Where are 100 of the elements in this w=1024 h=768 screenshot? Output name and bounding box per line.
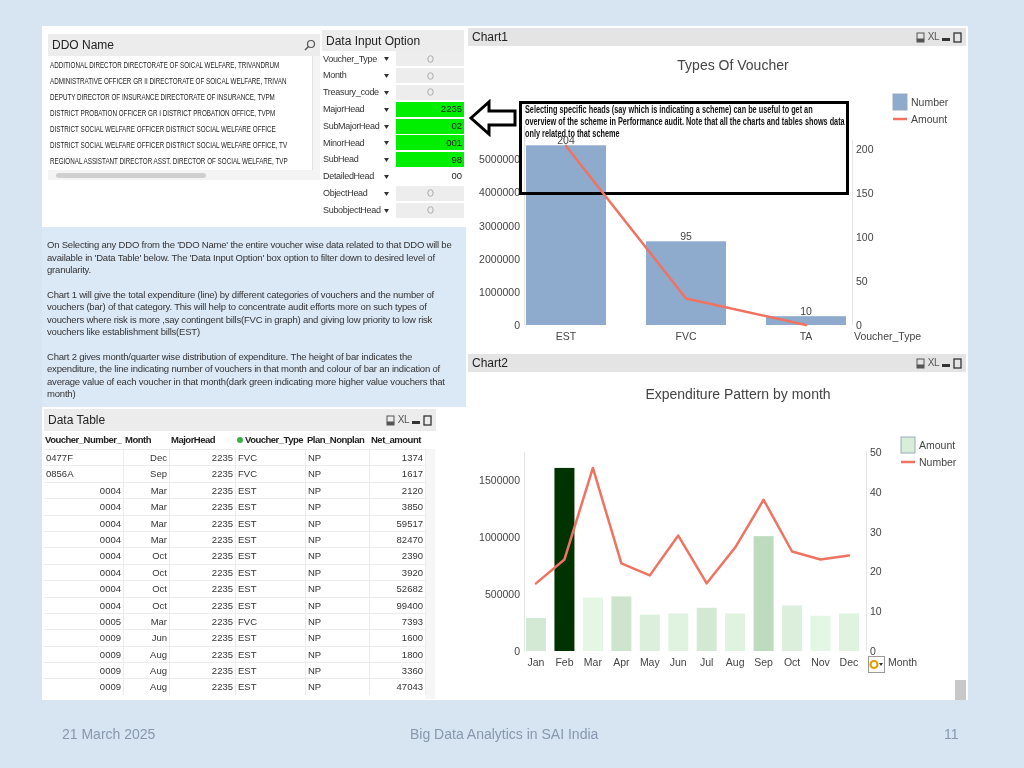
- caret-icon[interactable]: [384, 158, 389, 163]
- caret-icon[interactable]: [384, 174, 389, 179]
- table-cell: 2235: [170, 630, 236, 647]
- list-item[interactable]: ADMINISTRATIVE OFFICER GR II DIRECTORATE OF SOICAL WELFARE, TRIVAN: [50, 73, 287, 89]
- printer-icon[interactable]: [915, 31, 925, 43]
- circle-icon: [426, 206, 434, 215]
- table-cell: 0004: [44, 482, 124, 499]
- table-cell: NP: [306, 531, 370, 548]
- scroll-thumb[interactable]: [56, 172, 206, 178]
- table-cell: NP: [306, 482, 370, 499]
- cycle-button[interactable]: [868, 656, 885, 673]
- list-item[interactable]: DISTRICT PROBATION OFFICER GR I DISTRICT PROBATION OFFICE, TVPM: [50, 105, 276, 121]
- maximize-icon[interactable]: [953, 31, 962, 43]
- table-cell: NP: [306, 564, 370, 581]
- circle-icon: [426, 189, 434, 198]
- axis-label: 4000000: [479, 186, 520, 199]
- caret-icon[interactable]: [384, 124, 389, 129]
- table-cell: 2235: [170, 450, 236, 466]
- field-label: MinorHead: [322, 136, 366, 150]
- value-field[interactable]: [396, 51, 464, 68]
- column-header[interactable]: Plan_Nonplan: [306, 432, 370, 448]
- table-cell: NP: [306, 646, 370, 663]
- axis-label: Oct: [783, 656, 801, 668]
- axis-label: Jul: [700, 656, 714, 668]
- table-cell: EST: [236, 597, 306, 614]
- field-label: MajorHead: [322, 103, 366, 117]
- caret-icon[interactable]: [384, 91, 389, 95]
- panel-title: Data Table: [47, 412, 106, 429]
- list-item[interactable]: DISTRICT SOCIAL WELFARE OFFICER DISTRICT SOCIAL WELFARE OFFICE: [50, 121, 276, 137]
- list-item[interactable]: DEPUTY DIRECTOR OF INSURANCE DIRECTORATE OF INSURANCE, TVPM: [50, 89, 275, 105]
- list-item[interactable]: DISTRICT SOCIAL WELFARE OFFICER DISTRICT SOCIAL WELFARE OFFICE, TV: [50, 137, 288, 153]
- table-cell: 2235: [170, 663, 236, 680]
- table-cell: Aug: [124, 679, 170, 696]
- axis-label: 150: [856, 186, 874, 199]
- field-value: 00: [451, 169, 462, 184]
- table-cell: NP: [306, 450, 370, 466]
- table-cell: NP: [306, 597, 370, 614]
- export-button[interactable]: XL: [927, 32, 939, 42]
- table-cell: 0004: [44, 548, 124, 565]
- scrollbar[interactable]: [48, 170, 320, 180]
- maximize-icon[interactable]: [423, 414, 432, 426]
- value-field[interactable]: 02: [396, 118, 464, 135]
- value-field[interactable]: 98: [396, 152, 464, 169]
- axis-label: TA: [799, 330, 813, 342]
- column-header[interactable]: Month: [124, 432, 170, 448]
- caret-icon[interactable]: [384, 107, 389, 112]
- table-cell: NP: [306, 679, 370, 696]
- caret-icon[interactable]: [384, 141, 389, 146]
- paragraph: Chart 1 will give the total expenditure (line) by different categories of vouchers and the number of vouchers (bar) of that category. This will help to concentrate audit efforts more on such types of vouchers where risk is more ,say contingent bills(FVC in graph) and giving low priority to low risk vouchers like establishment bills(EST): [47, 288, 435, 339]
- maximize-icon[interactable]: [953, 357, 962, 369]
- axis-label: 200: [856, 142, 874, 155]
- value-field[interactable]: 001: [396, 135, 464, 152]
- bar: [782, 605, 803, 651]
- scrollbar[interactable]: [426, 449, 435, 699]
- column-header[interactable]: MajorHead: [170, 432, 236, 448]
- export-button[interactable]: XL: [927, 358, 939, 368]
- axis-label: 0: [870, 645, 876, 657]
- value-field[interactable]: [396, 202, 464, 219]
- column-header[interactable]: Voucher_Number_: [44, 432, 124, 448]
- table-cell: 0004: [44, 531, 124, 548]
- chart-title: Types Of Voucher: [677, 57, 789, 73]
- footer-title: Big Data Analytics in SAI India: [410, 725, 599, 744]
- export-button[interactable]: XL: [397, 415, 409, 425]
- column-header[interactable]: Net_amount: [370, 432, 426, 448]
- table-cell: 2235: [170, 581, 236, 598]
- table-cell: Oct: [124, 597, 170, 614]
- caret-icon[interactable]: [384, 191, 389, 196]
- search-icon[interactable]: [304, 39, 316, 51]
- value-field[interactable]: 2235: [396, 101, 464, 118]
- table-cell: EST: [236, 548, 306, 565]
- table-cell: Jun: [124, 630, 170, 647]
- list-item[interactable]: REGIONAL ASSISTANT DIRECTOR ASST. DIRECTOR OF SOCIAL WELFARE, TVP: [50, 153, 288, 169]
- value-field[interactable]: [396, 185, 464, 202]
- caret-icon[interactable]: [384, 74, 389, 79]
- scrollbar[interactable]: [955, 680, 966, 700]
- table-cell: 2235: [170, 482, 236, 499]
- printer-icon[interactable]: [385, 414, 395, 426]
- panel-title: Chart1: [471, 29, 509, 46]
- axis-label: 1000000: [479, 285, 520, 298]
- printer-icon[interactable]: [915, 357, 925, 369]
- table-cell: 0004: [44, 597, 124, 614]
- axis-label: FVC: [675, 330, 697, 342]
- legend-line: [893, 117, 907, 121]
- axis-label: Apr: [613, 656, 630, 668]
- table-cell: EST: [236, 564, 306, 581]
- axis-label: 500000: [484, 588, 520, 601]
- caret-icon[interactable]: [384, 208, 389, 213]
- list-item[interactable]: ADDITIONAL DIRECTOR DIRECTORATE OF SOICAL WELFARE, TRIVANDRUM: [50, 57, 280, 73]
- field-label: SubHead: [322, 153, 360, 167]
- bar: [810, 615, 831, 651]
- field-label: SubobjectHead: [322, 203, 382, 217]
- value-field[interactable]: [396, 85, 464, 101]
- value-field[interactable]: [396, 68, 464, 85]
- axis-label: EST: [555, 330, 577, 342]
- column-header[interactable]: Voucher_Type: [236, 432, 306, 448]
- axis-title: Voucher_Type: [854, 330, 922, 342]
- scrollbar[interactable]: [312, 56, 320, 170]
- axis-label: Aug: [725, 656, 745, 668]
- caret-icon[interactable]: [384, 57, 389, 62]
- footer-date: 21 March 2025: [62, 725, 156, 744]
